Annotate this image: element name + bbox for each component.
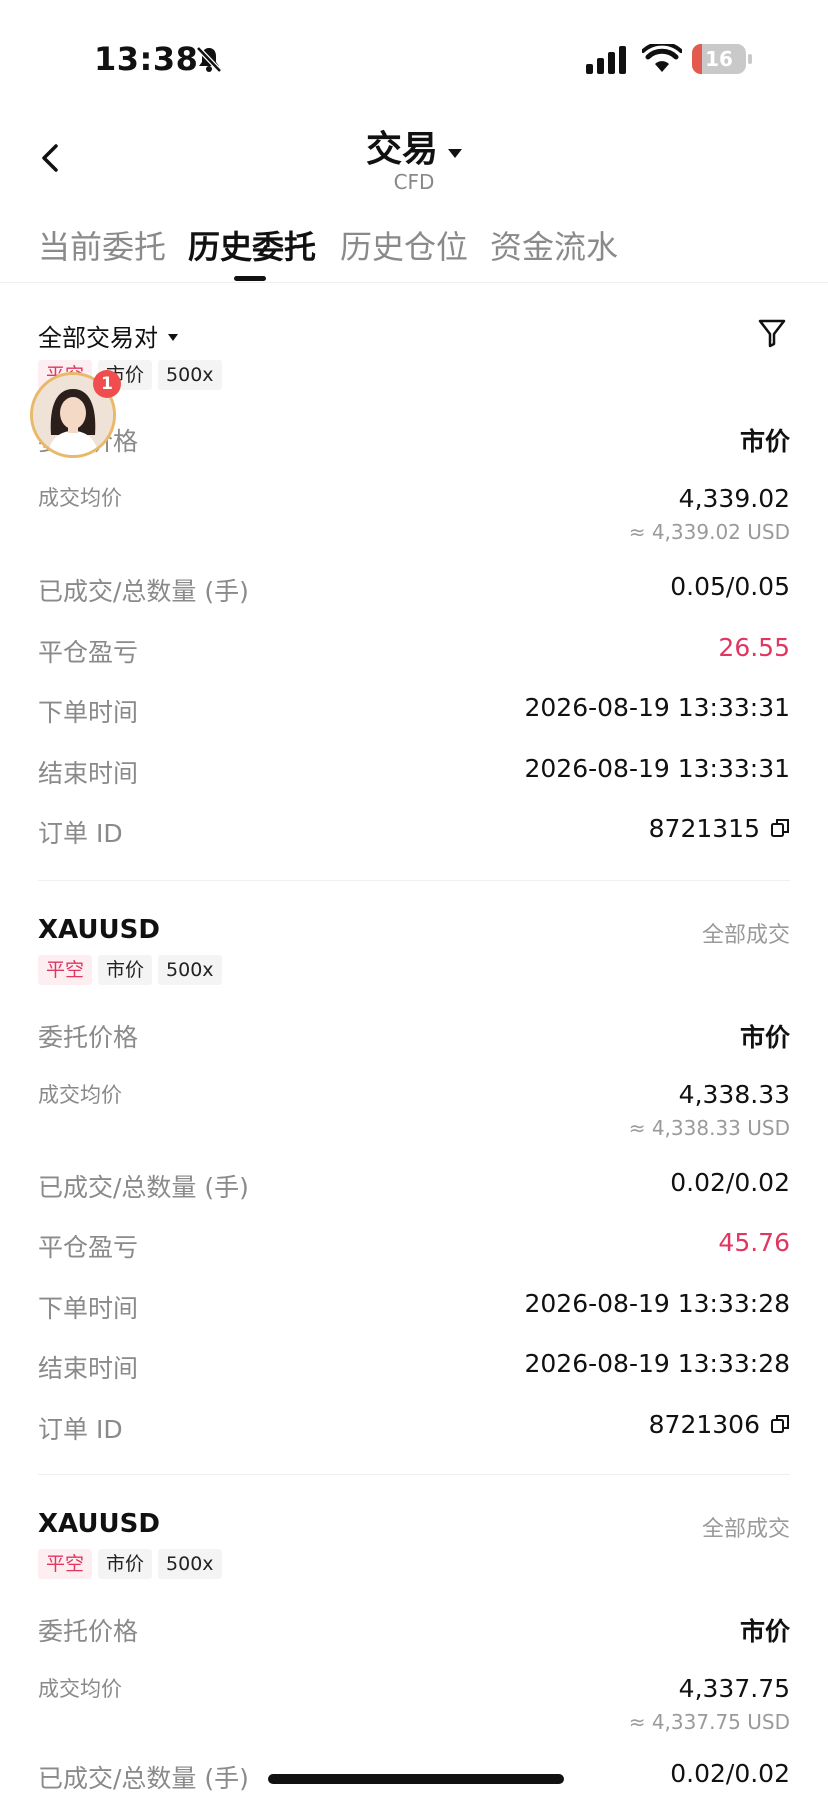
label-order-time: 下单时间 [38,698,139,727]
wifi-icon [642,44,682,72]
home-indicator [268,1774,564,1784]
value-avg-price: 4,337.75 [678,1674,790,1703]
order-symbol: XAUUSD [38,1509,160,1539]
nav-bar: 交易 CFD [0,110,828,200]
tag-leverage: 500x [158,360,222,390]
filter-icon[interactable] [756,316,788,350]
tag-leverage: 500x [158,1549,222,1579]
value-avg-price: 4,339.02 [678,484,790,513]
tag-order-type: 市价 [98,1549,153,1579]
order-symbol: XAUUSD [38,915,160,945]
value-order-id: 8721315 [648,814,760,843]
value-pnl: 26.55 [718,633,790,662]
label-avg-price: 成交均价 [38,1083,122,1107]
tag-order-type: 市价 [98,955,153,985]
label-order-price: 委托价格 [38,1617,139,1646]
label-filled-total: 已成交/总数量 (手) [38,1173,249,1202]
value-filled-total: 0.02/0.02 [670,1168,790,1197]
notification-badge: 1 [93,370,121,398]
cellular-signal-icon [586,46,626,74]
tab-position-history[interactable]: 历史仓位 [340,222,468,268]
label-filled-total: 已成交/总数量 (手) [38,577,249,606]
order-divider [38,1474,790,1475]
page-subtitle: CFD [393,170,435,194]
pair-filter-label: 全部交易对 [38,324,158,352]
value-end-time: 2026-08-19 13:33:31 [524,754,790,783]
value-order-time: 2026-08-19 13:33:31 [524,693,790,722]
value-avg-price-usd: ≈ 4,338.33 USD [628,1116,790,1140]
order-id-row: 8721315 [649,814,790,843]
value-filled-total: 0.05/0.05 [670,572,790,601]
copy-icon[interactable] [770,1414,790,1434]
value-order-price: 市价 [739,427,790,456]
value-end-time: 2026-08-19 13:33:28 [524,1349,790,1378]
tab-order-history[interactable]: 历史委托 [188,222,316,268]
label-avg-price: 成交均价 [38,1677,122,1701]
value-avg-price: 4,338.33 [678,1080,790,1109]
floating-support-avatar[interactable]: 1 [30,370,121,462]
label-order-time: 下单时间 [38,1294,139,1323]
battery-level: 16 [705,47,733,71]
tabs-divider [0,282,828,283]
tag-leverage: 500x [158,955,222,985]
status-bar: 13:38 16 [0,0,828,100]
label-pnl: 平仓盈亏 [38,638,139,667]
caret-down-icon [168,333,178,341]
order-tags: 平空市价500x [38,955,228,985]
value-filled-total: 0.02/0.02 [670,1759,790,1788]
value-avg-price-usd: ≈ 4,337.75 USD [628,1710,790,1734]
copy-icon[interactable] [770,818,790,838]
page-title: 交易 [365,129,438,170]
value-order-price: 市价 [739,1023,790,1052]
order-status: 全部成交 [701,923,790,948]
label-filled-total: 已成交/总数量 (手) [38,1764,249,1793]
label-pnl: 平仓盈亏 [38,1233,139,1262]
order-id-row: 8721306 [649,1410,790,1439]
battery-icon: 16 [692,44,754,74]
value-order-price: 市价 [739,1617,790,1646]
pair-filter-dropdown[interactable]: 全部交易对 [38,318,178,353]
order-status: 全部成交 [701,1517,790,1542]
value-avg-price-usd: ≈ 4,339.02 USD [628,520,790,544]
label-order-id: 订单 ID [38,1415,123,1444]
label-order-id: 订单 ID [38,819,123,848]
value-order-time: 2026-08-19 13:33:28 [524,1289,790,1318]
active-tab-indicator [234,276,266,281]
label-avg-price: 成交均价 [38,486,122,510]
label-order-price: 委托价格 [38,1023,139,1052]
value-order-id: 8721306 [648,1410,760,1439]
market-type-selector[interactable]: 交易 [0,120,828,172]
label-end-time: 结束时间 [38,759,139,788]
tab-fund-flow[interactable]: 资金流水 [490,222,618,268]
bell-muted-icon [196,46,222,73]
chevron-down-icon [448,149,462,158]
order-tags: 平空市价500x [38,1549,228,1579]
tag-direction: 平空 [38,955,93,985]
status-time: 13:38 [94,40,199,78]
tab-current-orders[interactable]: 当前委托 [38,222,166,268]
order-divider [38,880,790,881]
tag-direction: 平空 [38,1549,93,1579]
value-pnl: 45.76 [718,1228,790,1257]
label-end-time: 结束时间 [38,1354,139,1383]
